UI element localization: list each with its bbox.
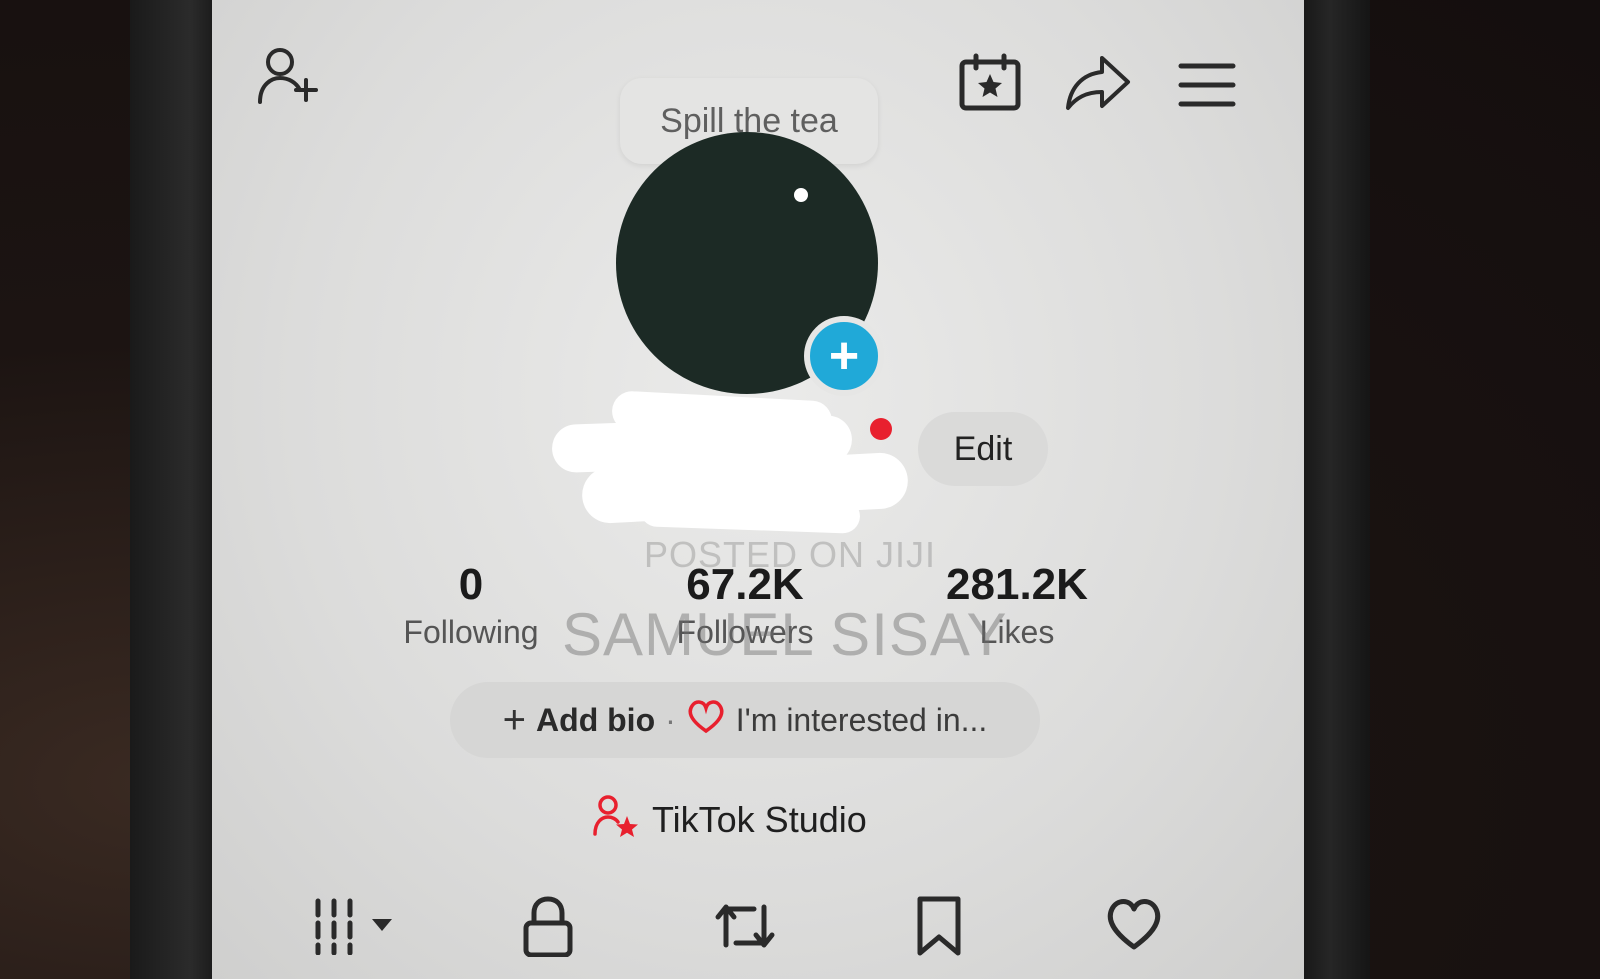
plus-icon: + [828, 327, 860, 385]
heart-outline-icon [686, 698, 726, 742]
calendar-star-icon[interactable] [958, 52, 1022, 112]
stat-following[interactable]: 0 Following [390, 560, 552, 651]
repost-icon[interactable] [714, 895, 776, 962]
bookmark-icon[interactable] [916, 895, 962, 962]
creator-star-icon [592, 794, 640, 847]
add-avatar-button[interactable]: + [804, 316, 884, 396]
tiktok-studio-link[interactable]: TikTok Studio [592, 790, 867, 850]
share-icon[interactable] [1064, 52, 1132, 112]
notification-dot [870, 418, 892, 440]
menu-icon[interactable] [1178, 62, 1236, 108]
watermark-line1: POSTED ON JIJI [644, 534, 937, 575]
following-label: Following [403, 614, 539, 650]
studio-label: TikTok Studio [652, 799, 867, 840]
add-friend-icon[interactable] [254, 46, 324, 108]
add-bio-label[interactable]: Add bio [536, 702, 655, 739]
lock-icon[interactable] [522, 895, 574, 962]
grid-icon[interactable] [312, 895, 398, 960]
avatar-dot [794, 188, 808, 202]
heart-icon[interactable] [1104, 895, 1164, 956]
edit-button[interactable]: Edit [918, 412, 1048, 486]
interests-label[interactable]: I'm interested in... [736, 702, 988, 739]
watermark-line2: SAMUEL SISAY [562, 601, 1008, 668]
bio-separator: · [665, 701, 676, 738]
bio-pill[interactable]: + Add bio · I'm interested in... [450, 682, 1040, 758]
plus-icon: + [502, 697, 527, 742]
following-count: 0 [458, 560, 484, 609]
